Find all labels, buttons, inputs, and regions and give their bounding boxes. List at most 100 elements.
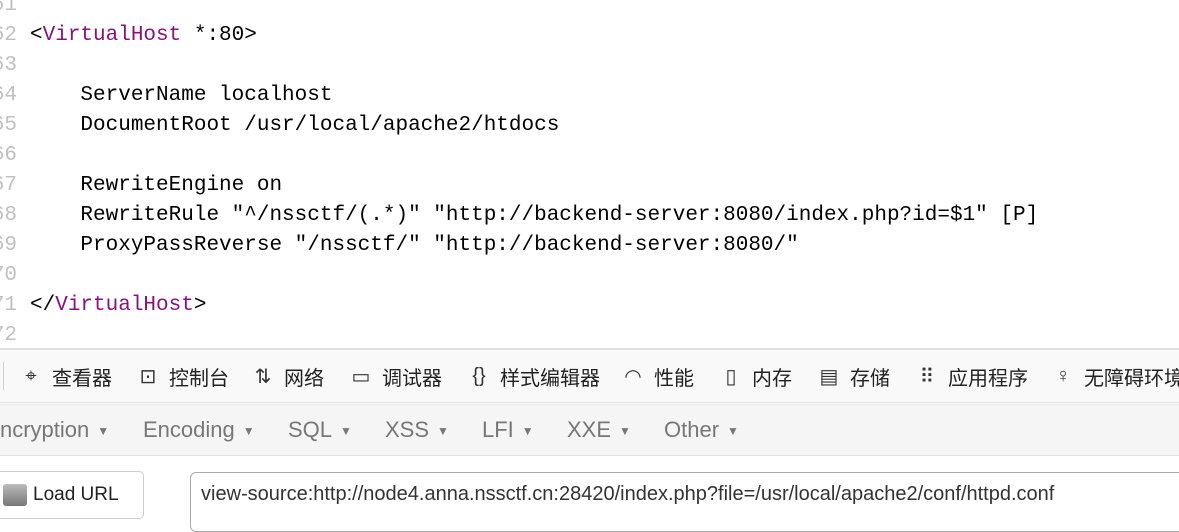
source-line: 72	[0, 321, 1179, 345]
line-number: 72	[0, 324, 17, 345]
tag-bracket: </	[30, 294, 56, 317]
devtools-toolbar: ⌖ 查看器 ⊡ 控制台 ⇅ 网络 ▭ 调试器 {} 样式编辑器 ◠ 性能 ▯ 内存 ▤ 存储 ⠿ 应用程序 ♀ 无障碍…	[0, 348, 1179, 403]
application-icon: ⠿	[919, 365, 935, 388]
menu-label: SQL	[288, 417, 333, 442]
menu-label: ncryption	[0, 417, 90, 442]
tag-name: VirtualHost	[55, 294, 194, 317]
performance-icon: ◠	[624, 365, 642, 388]
source-line: 63	[0, 51, 1179, 81]
tag-bracket: >	[193, 294, 207, 317]
menu-label: Other	[664, 417, 720, 442]
devtools-tab-8[interactable]: ▤ 存储	[816, 350, 890, 402]
devtools-tab-4[interactable]: ▭ 调试器	[348, 350, 442, 402]
code-text: RewriteEngine on	[80, 174, 283, 197]
source-line: 67 RewriteEngine on	[0, 171, 1179, 201]
hackbar-menu-xss[interactable]: XSS ▼	[385, 405, 449, 455]
source-line: 65 DocumentRoot /usr/local/apache2/htdoc…	[0, 111, 1179, 141]
devtools-tab-label: 性能	[654, 367, 694, 390]
devtools-tab-label: 存储	[850, 367, 890, 390]
source-view: 6162<VirtualHost *:80>6364 ServerName lo…	[0, 0, 1179, 345]
line-number: 65	[0, 114, 17, 137]
devtools-tab-label: 网络	[284, 367, 324, 390]
source-line: 62 <VirtualHost *:80>	[0, 21, 1179, 51]
inspector-icon: ⌖	[25, 364, 37, 387]
caret-down-icon: ▼	[97, 424, 110, 439]
line-number: 61	[0, 0, 17, 17]
caret-down-icon: ▼	[619, 424, 631, 439]
devtools-tab-label: 样式编辑器	[500, 367, 600, 390]
load-url-label: Load URL	[33, 484, 119, 505]
tag-bracket: <	[30, 24, 43, 47]
network-icon: ⇅	[254, 365, 272, 388]
storage-icon: ▤	[819, 365, 839, 388]
code-text: ServerName localhost	[80, 84, 333, 107]
caret-down-icon: ▼	[727, 424, 739, 439]
line-text: RewriteRule "^/nssctf/(.*)" "http://back…	[30, 201, 1038, 231]
code-text: *:80	[181, 24, 245, 47]
code-text: DocumentRoot /usr/local/apache2/htdocs	[80, 114, 560, 137]
code-text: ProxyPassReverse "/nssctf/" "http://back…	[80, 234, 799, 257]
menu-label: XXE	[567, 417, 612, 442]
hackbar-menu-xxe[interactable]: XXE ▼	[567, 405, 631, 455]
menu-label: LFI	[482, 417, 514, 442]
source-line: 61	[0, 0, 1179, 21]
code-text: RewriteRule "^/nssctf/(.*)" "http://back…	[80, 204, 1039, 227]
devtools-tab-7[interactable]: ▯ 内存	[718, 350, 792, 402]
menu-label: Encoding	[143, 417, 235, 442]
devtools-tab-label: 控制台	[169, 367, 229, 390]
source-line: 68 RewriteRule "^/nssctf/(.*)" "http://b…	[0, 201, 1179, 231]
devtools-tab-label: 调试器	[382, 367, 442, 390]
line-number: 68	[0, 204, 17, 227]
caret-down-icon: ▼	[521, 424, 534, 439]
accessibility-icon: ♀	[1055, 364, 1071, 387]
devtools-tab-5[interactable]: {} 样式编辑器	[466, 350, 600, 402]
menu-label: XSS	[385, 417, 430, 442]
line-text: ServerName localhost	[30, 81, 332, 111]
hackbar-menu-lfi[interactable]: LFI ▼	[482, 405, 534, 455]
source-line: 64 ServerName localhost	[0, 81, 1179, 111]
hackbar-menu: ncryption ▼ Encoding ▼ SQL ▼ XSS ▼ LFI ▼ XXE ▼ Other…	[0, 404, 1179, 456]
hackbar-menu-ncryption[interactable]: ncryption ▼	[0, 405, 109, 455]
devtools-tab-label: 应用程序	[948, 367, 1028, 390]
caret-down-icon: ▼	[242, 424, 255, 439]
line-number: 62	[0, 24, 17, 47]
load-url-icon	[3, 484, 27, 506]
line-text: <VirtualHost *:80>	[30, 21, 257, 51]
line-text: RewriteEngine on	[30, 171, 282, 201]
debugger-icon: ▭	[351, 365, 371, 388]
devtools-tab-label: 内存	[752, 367, 792, 390]
caret-down-icon: ▼	[437, 424, 449, 439]
devtools-tab-1[interactable]: ⌖ 查看器	[18, 350, 112, 402]
devtools-tab-6[interactable]: ◠ 性能	[620, 350, 694, 402]
line-number: 69	[0, 234, 17, 257]
style-editor-icon: {}	[472, 364, 486, 387]
hackbar-menu-other[interactable]: Other ▼	[664, 405, 739, 455]
memory-icon: ▯	[725, 365, 737, 388]
line-text: DocumentRoot /usr/local/apache2/htdocs	[30, 111, 559, 141]
line-number: 64	[0, 84, 17, 107]
hackbar-menu-sql[interactable]: SQL ▼	[288, 405, 352, 455]
devtools-tab-3[interactable]: ⇅ 网络	[250, 350, 324, 402]
source-line: 70	[0, 261, 1179, 291]
devtools-tab-10[interactable]: ♀ 无障碍环境	[1050, 350, 1179, 402]
devtools-tab-label: 查看器	[52, 367, 112, 390]
source-line: 71 </VirtualHost>	[0, 291, 1179, 321]
line-number: 66	[0, 144, 17, 167]
tag-name: VirtualHost	[42, 24, 182, 47]
line-number: 71	[0, 294, 17, 317]
line-number: 63	[0, 54, 17, 77]
source-line: 66	[0, 141, 1179, 171]
devtools-tab-2[interactable]: ⊡ 控制台	[135, 350, 229, 402]
devtools-tab-label: 无障碍环境	[1084, 367, 1179, 390]
console-icon: ⊡	[139, 365, 157, 388]
hackbar-menu-encoding[interactable]: Encoding ▼	[143, 405, 255, 455]
devtools-tab-9[interactable]: ⠿ 应用程序	[914, 350, 1028, 402]
caret-down-icon: ▼	[340, 424, 352, 439]
url-textarea[interactable]: view-source:http://node4.anna.nssctf.cn:…	[190, 472, 1179, 532]
line-number: 67	[0, 174, 17, 197]
line-text: </VirtualHost>	[30, 291, 206, 321]
load-url-button[interactable]: Load URL	[0, 471, 144, 519]
